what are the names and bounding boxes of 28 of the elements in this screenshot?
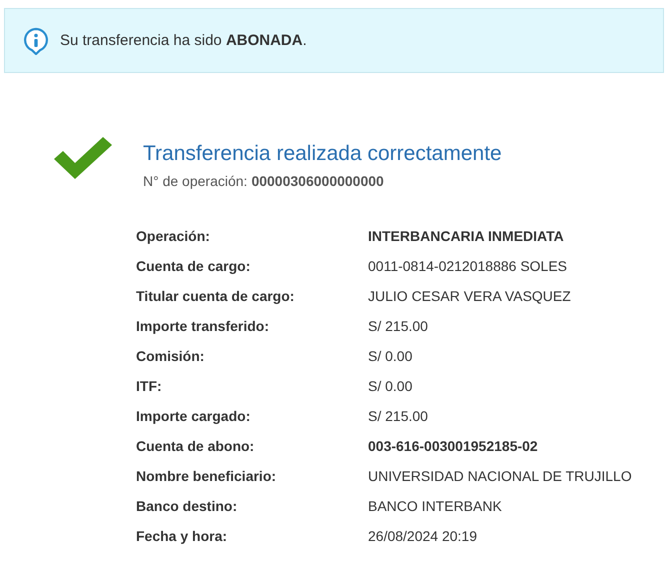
operation-label: N° de operación: [143, 173, 248, 189]
detail-value: S/ 215.00 [368, 317, 429, 335]
detail-label: Importe transferido: [136, 317, 270, 335]
detail-value: BANCO INTERBANK [368, 497, 503, 515]
checkmark-icon [54, 137, 112, 179]
detail-label: Operación: [136, 227, 211, 245]
operation-number: 00000306000000000 [251, 173, 384, 189]
detail-label: Cuenta de abono: [136, 437, 256, 455]
detail-label: Cuenta de cargo: [136, 257, 252, 275]
detail-label: Banco destino: [136, 497, 238, 515]
detail-label: Titular cuenta de cargo: [136, 287, 296, 305]
detail-value: S/ 0.00 [368, 347, 414, 365]
result-title: Transferencia realizada correctamente [143, 142, 502, 166]
detail-label: Comisión: [136, 347, 206, 365]
detail-value: 0011-0814-0212018886 SOLES [368, 257, 568, 275]
detail-value: S/ 215.00 [368, 407, 429, 425]
detail-value: S/ 0.00 [368, 377, 414, 395]
detail-value: JULIO CESAR VERA VASQUEZ [368, 287, 572, 305]
notice-text: Su transferencia ha sido ABONADA. [60, 32, 307, 49]
detail-label: Importe cargado: [136, 407, 252, 425]
detail-label: ITF: [136, 377, 163, 395]
detail-value: 003-616-003001952185-02 [368, 437, 539, 455]
info-icon [23, 26, 49, 54]
detail-label: Nombre beneficiario: [136, 467, 278, 485]
detail-label: Fecha y hora: [136, 527, 228, 545]
detail-value: 26/08/2024 20:19 [368, 527, 478, 545]
detail-value: INTERBANCARIA INMEDIATA [368, 227, 565, 245]
detail-value: UNIVERSIDAD NACIONAL DE TRUJILLO [368, 467, 633, 485]
